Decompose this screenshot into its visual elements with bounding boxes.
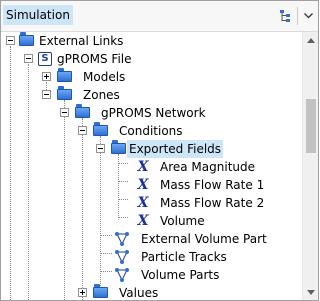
chevron-down-icon[interactable] [301,6,315,26]
vertical-scrollbar[interactable] [302,32,318,300]
tree-item-label: gPROMS File [57,52,132,66]
tree-item-external-volume-part[interactable]: External Volume Part [1,230,302,248]
part-icon [114,267,130,283]
tree-item-label: Models [83,70,126,84]
tree-item-gproms-network[interactable]: gPROMS Network [1,104,302,122]
panel-header: Simulation [1,1,318,32]
folder-icon [93,284,108,298]
tree-item-label: gPROMS Network [101,106,206,120]
tree-item-exported-fields[interactable]: Exported Fields [1,140,302,158]
tree-item-label: Volume Parts [141,268,220,282]
tree-item-label: Mass Flow Rate 2 [160,196,265,210]
tree-item-particle-tracks[interactable]: Particle Tracks [1,248,302,266]
field-icon: X [137,177,149,193]
tree-item-models[interactable]: Models [1,68,302,86]
tree-item-label: Conditions [119,124,183,138]
collapse-icon[interactable] [60,108,69,117]
tree-item-label: External Links [39,34,124,48]
tree-item-label: Exported Fields [127,140,224,158]
folder-icon [75,104,90,118]
folder-icon [57,68,72,82]
collapse-icon[interactable] [78,126,87,135]
tree-item-volume-parts[interactable]: Volume Parts [1,266,302,284]
folder-icon [93,122,108,136]
field-icon: X [137,159,149,175]
tree-item-values[interactable]: Values [1,284,302,300]
scrollbar-thumb[interactable] [306,99,316,153]
tree-item-volume[interactable]: X Volume [1,212,302,230]
tree-item-label: Volume [160,214,205,228]
tree-item-conditions[interactable]: Conditions [1,122,302,140]
folder-icon [19,32,34,46]
collapse-icon[interactable] [42,90,51,99]
tree-item-mass-flow-rate-1[interactable]: X Mass Flow Rate 1 [1,176,302,194]
particle-tracks-icon [114,249,130,265]
part-icon [114,231,130,247]
expand-icon[interactable] [42,72,51,81]
tree-view-icon[interactable] [277,6,295,26]
collapse-icon[interactable] [6,36,15,45]
expand-icon[interactable] [78,288,87,297]
collapse-icon[interactable] [24,54,33,63]
scroll-up-icon[interactable] [303,32,318,48]
field-icon: X [137,213,149,229]
tree-item-zones[interactable]: Zones [1,86,302,104]
tree-item-label: External Volume Part [141,232,267,246]
tree-item-label: Mass Flow Rate 1 [160,178,265,192]
scroll-down-icon[interactable] [303,284,318,300]
tree-item-label: Zones [83,88,120,102]
gproms-file-icon: S [38,52,52,66]
panel-title[interactable]: Simulation [3,5,73,25]
toolbar-separator [297,7,298,25]
simulation-tree[interactable]: External Links S gPROMS File Models Zone… [1,32,302,300]
folder-icon [57,86,72,100]
tree-item-area-magnitude[interactable]: X Area Magnitude [1,158,302,176]
folder-icon [111,140,126,154]
tree-item-mass-flow-rate-2[interactable]: X Mass Flow Rate 2 [1,194,302,212]
tree-item-label: Particle Tracks [141,250,227,264]
tree-item-gproms-file[interactable]: S gPROMS File [1,50,302,68]
field-icon: X [137,195,149,211]
collapse-icon[interactable] [96,144,105,153]
tree-item-external-links[interactable]: External Links [1,32,302,50]
tree-item-label: Values [119,286,159,300]
tree-item-label: Area Magnitude [160,160,256,174]
simulation-panel: Simulation External Links S gPROMS File … [0,0,319,301]
